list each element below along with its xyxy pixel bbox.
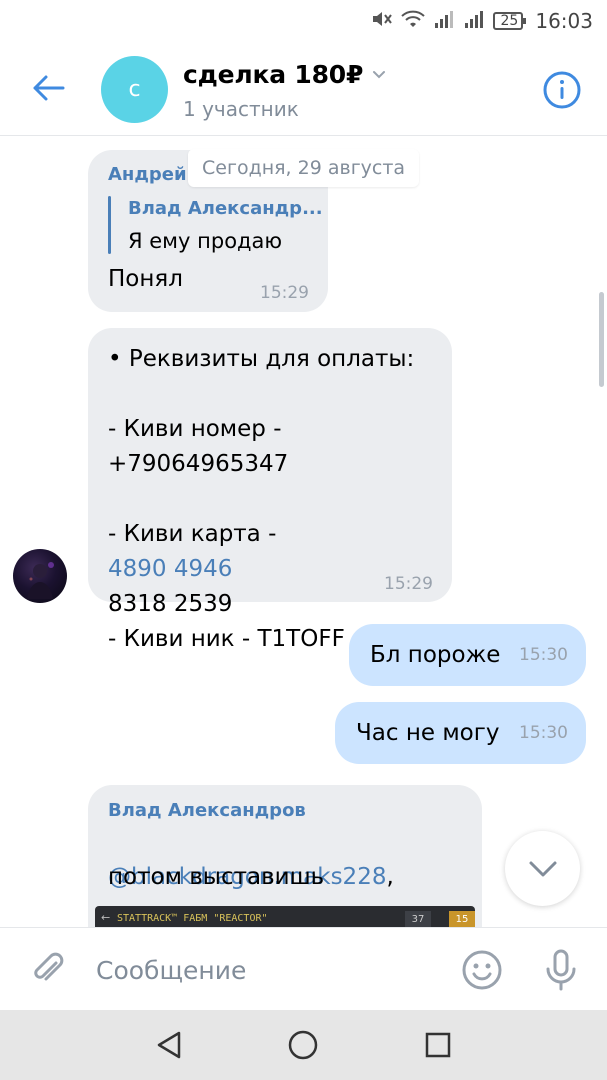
- nav-recents-button[interactable]: [418, 1027, 458, 1063]
- triangle-back-icon: [157, 1031, 181, 1059]
- preview-badge: 37: [405, 911, 431, 927]
- scrollbar[interactable]: [599, 292, 604, 387]
- message-sender[interactable]: Влад Александров: [108, 800, 306, 821]
- chat-title: сделка 180₽: [183, 60, 364, 89]
- preview-title: STATTRACK™ FAБМ "REACTOR": [117, 913, 268, 924]
- preview-badge-text: 37: [411, 913, 425, 925]
- attach-button[interactable]: [26, 947, 70, 991]
- mute-icon: [371, 9, 393, 34]
- message-bubble-outgoing[interactable]: Бл пороже 15:30: [349, 624, 586, 686]
- avatar-image: [27, 562, 54, 599]
- square-recents-icon: [425, 1032, 451, 1058]
- message-text: Бл пороже: [370, 642, 501, 668]
- scroll-to-bottom-button[interactable]: [505, 831, 580, 906]
- message-text: Понял: [108, 266, 183, 292]
- voice-message-button[interactable]: [538, 947, 584, 993]
- message-time: 15:30: [519, 723, 568, 743]
- nav-home-button[interactable]: [283, 1027, 323, 1063]
- info-icon: [543, 71, 581, 109]
- chevron-down-icon: [373, 70, 386, 78]
- message-input[interactable]: [96, 950, 436, 990]
- reply-text: Я ему продаю: [128, 229, 283, 253]
- user-avatar[interactable]: [13, 549, 67, 603]
- message-line: - Киви карта - 4890 4946: [108, 482, 414, 587]
- chat-title-row[interactable]: сделка 180₽: [183, 60, 387, 89]
- message-line: - Киви номер -: [108, 416, 282, 442]
- message-bubble-outgoing[interactable]: Час не могу 15:30: [335, 702, 586, 764]
- message-time: 15:30: [519, 645, 568, 665]
- back-button[interactable]: [26, 66, 70, 110]
- clock: 16:03: [535, 9, 593, 33]
- avatar-letter: с: [128, 77, 141, 102]
- battery-icon: 25: [493, 11, 527, 31]
- reply-bar: [108, 196, 111, 254]
- nav-back-button[interactable]: [149, 1027, 189, 1063]
- paperclip-icon: [34, 952, 64, 981]
- card-prefix: - Киви карта -: [108, 521, 277, 547]
- smile-icon: [462, 950, 502, 990]
- microphone-icon: [546, 949, 576, 991]
- image-preview[interactable]: ← STATTRACK™ FAБМ "REACTOR" 37 15: [95, 906, 475, 927]
- preview-badge-text: 15: [455, 913, 469, 925]
- circle-home-icon: [288, 1030, 318, 1060]
- date-divider-text: Сегодня, 29 августа: [202, 157, 406, 179]
- chat-avatar[interactable]: с: [101, 56, 168, 123]
- battery-level: 25: [500, 13, 519, 29]
- message-line: • Реквизиты для оплаты:: [108, 346, 415, 372]
- signal-icon: [463, 9, 485, 34]
- preview-back-icon: ←: [101, 911, 111, 924]
- emoji-button[interactable]: [459, 947, 505, 993]
- mention-comma: ,: [386, 864, 394, 890]
- chat-members-count: 1 участник: [183, 97, 299, 121]
- chevron-down-icon: [529, 861, 556, 876]
- chat-header: с сделка 180₽ 1 участник: [0, 42, 607, 136]
- message-text: Час не могу: [356, 720, 500, 746]
- date-divider: Сегодня, 29 августа: [188, 149, 420, 187]
- message-time: 15:29: [260, 283, 309, 303]
- preview-badge: 15: [449, 911, 475, 927]
- message-text: потом выставишь: [108, 864, 325, 890]
- signal-icon: [433, 9, 455, 34]
- reply-author[interactable]: Влад Александр...: [128, 198, 323, 219]
- message-bubble[interactable]: Влад Александров @blackdragon.maks228, п…: [88, 785, 482, 927]
- message-time: 15:29: [384, 574, 433, 594]
- message-list[interactable]: Андрей Т Влад Александр... Я ему продаю …: [0, 137, 607, 927]
- message-composer: [0, 927, 607, 1010]
- arrow-left-icon: [33, 75, 65, 101]
- wifi-icon: [401, 9, 426, 34]
- card-number-link[interactable]: 8318 2539: [108, 587, 414, 622]
- status-bar: 25 16:03: [0, 0, 607, 42]
- card-number-link[interactable]: 4890 4946: [108, 556, 232, 582]
- phone-link[interactable]: +79064965347: [108, 447, 414, 482]
- message-bubble[interactable]: • Реквизиты для оплаты: - Киви номер - +…: [88, 328, 452, 652]
- info-button[interactable]: [540, 68, 584, 112]
- system-navigation-bar: [0, 1010, 607, 1080]
